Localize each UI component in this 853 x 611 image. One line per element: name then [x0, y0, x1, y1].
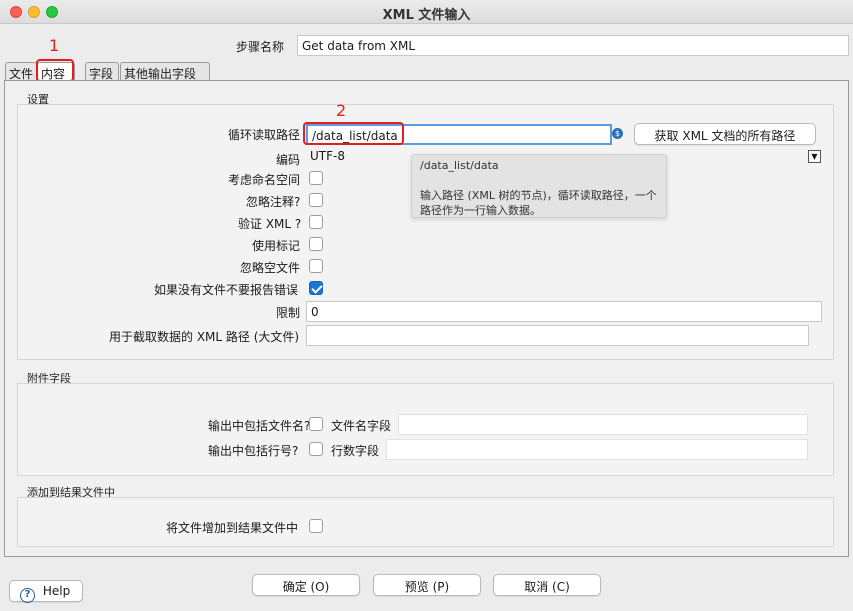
namespace-label: 考虑命名空间	[228, 173, 301, 187]
include-filename-label: 输出中包括文件名?	[208, 419, 311, 433]
annotation-number-2: 2	[336, 101, 347, 120]
rownum-field-input[interactable]	[386, 439, 808, 460]
ignore-empty-label: 忽略空文件	[240, 261, 301, 275]
tab-file[interactable]: 文件	[5, 62, 37, 81]
validate-xml-label: 验证 XML ?	[238, 217, 302, 231]
add-to-result-checkbox[interactable]	[309, 519, 323, 533]
annotation-box-content-tab	[36, 59, 74, 82]
cancel-button[interactable]: 取消 (C)	[493, 574, 601, 596]
prune-path-input[interactable]	[306, 325, 809, 346]
include-filename-checkbox[interactable]	[309, 417, 323, 431]
ignore-empty-checkbox[interactable]	[309, 259, 323, 273]
title-bar: XML 文件输入	[0, 0, 853, 24]
annotation-number-1: 1	[49, 36, 60, 55]
validate-xml-checkbox[interactable]	[309, 215, 323, 229]
tab-other-output-fields[interactable]: 其他输出字段	[120, 62, 210, 81]
ok-button[interactable]: 确定 (O)	[252, 574, 360, 596]
step-name-input[interactable]: Get data from XML	[297, 35, 849, 56]
ignore-comments-label: 忽略注释?	[246, 195, 301, 209]
help-icon: ?	[20, 588, 35, 603]
use-token-label: 使用标记	[252, 239, 301, 253]
ignore-comments-checkbox[interactable]	[309, 193, 323, 207]
namespace-checkbox[interactable]	[309, 171, 323, 185]
include-rownum-checkbox[interactable]	[309, 442, 323, 456]
no-file-error-checkbox[interactable]	[309, 281, 323, 295]
step-name-label: 步骤名称	[236, 40, 285, 54]
filename-field-label: 文件名字段	[331, 419, 392, 433]
tooltip-path: /data_list/data	[420, 159, 499, 172]
preview-button[interactable]: 预览 (P)	[373, 574, 481, 596]
tooltip-line-1: 输入路径 (XML 树的节点)，循环读取路径，一个	[420, 189, 657, 202]
annotation-box-loop-path	[303, 122, 404, 145]
tab-fields[interactable]: 字段	[85, 62, 119, 81]
prune-path-label: 用于截取数据的 XML 路径 (大文件)	[109, 330, 300, 344]
help-button-label: Help	[42, 584, 71, 598]
add-to-result-label: 将文件增加到结果文件中	[166, 521, 299, 535]
encoding-label: 编码	[276, 153, 301, 167]
limit-input[interactable]: 0	[306, 301, 822, 322]
include-rownum-label: 输出中包括行号?	[208, 444, 299, 458]
rownum-field-label: 行数字段	[331, 444, 380, 458]
variable-icon[interactable]: $	[612, 128, 623, 139]
chevron-down-icon[interactable]: ▼	[808, 150, 821, 163]
loop-path-tooltip: /data_list/data 输入路径 (XML 树的节点)，循环读取路径，一…	[411, 154, 667, 218]
get-xml-paths-button[interactable]: 获取 XML 文档的所有路径	[634, 123, 816, 145]
no-file-error-label: 如果没有文件不要报告错误	[154, 283, 299, 297]
filename-field-input[interactable]	[398, 414, 808, 435]
use-token-checkbox[interactable]	[309, 237, 323, 251]
limit-label: 限制	[276, 306, 301, 320]
loop-path-label: 循环读取路径	[228, 128, 301, 142]
tooltip-line-2: 路径作为一行输入数据。	[420, 204, 541, 217]
result-file-group	[17, 497, 834, 547]
window-title: XML 文件输入	[382, 8, 471, 23]
help-button[interactable]: ? Help	[9, 580, 83, 603]
